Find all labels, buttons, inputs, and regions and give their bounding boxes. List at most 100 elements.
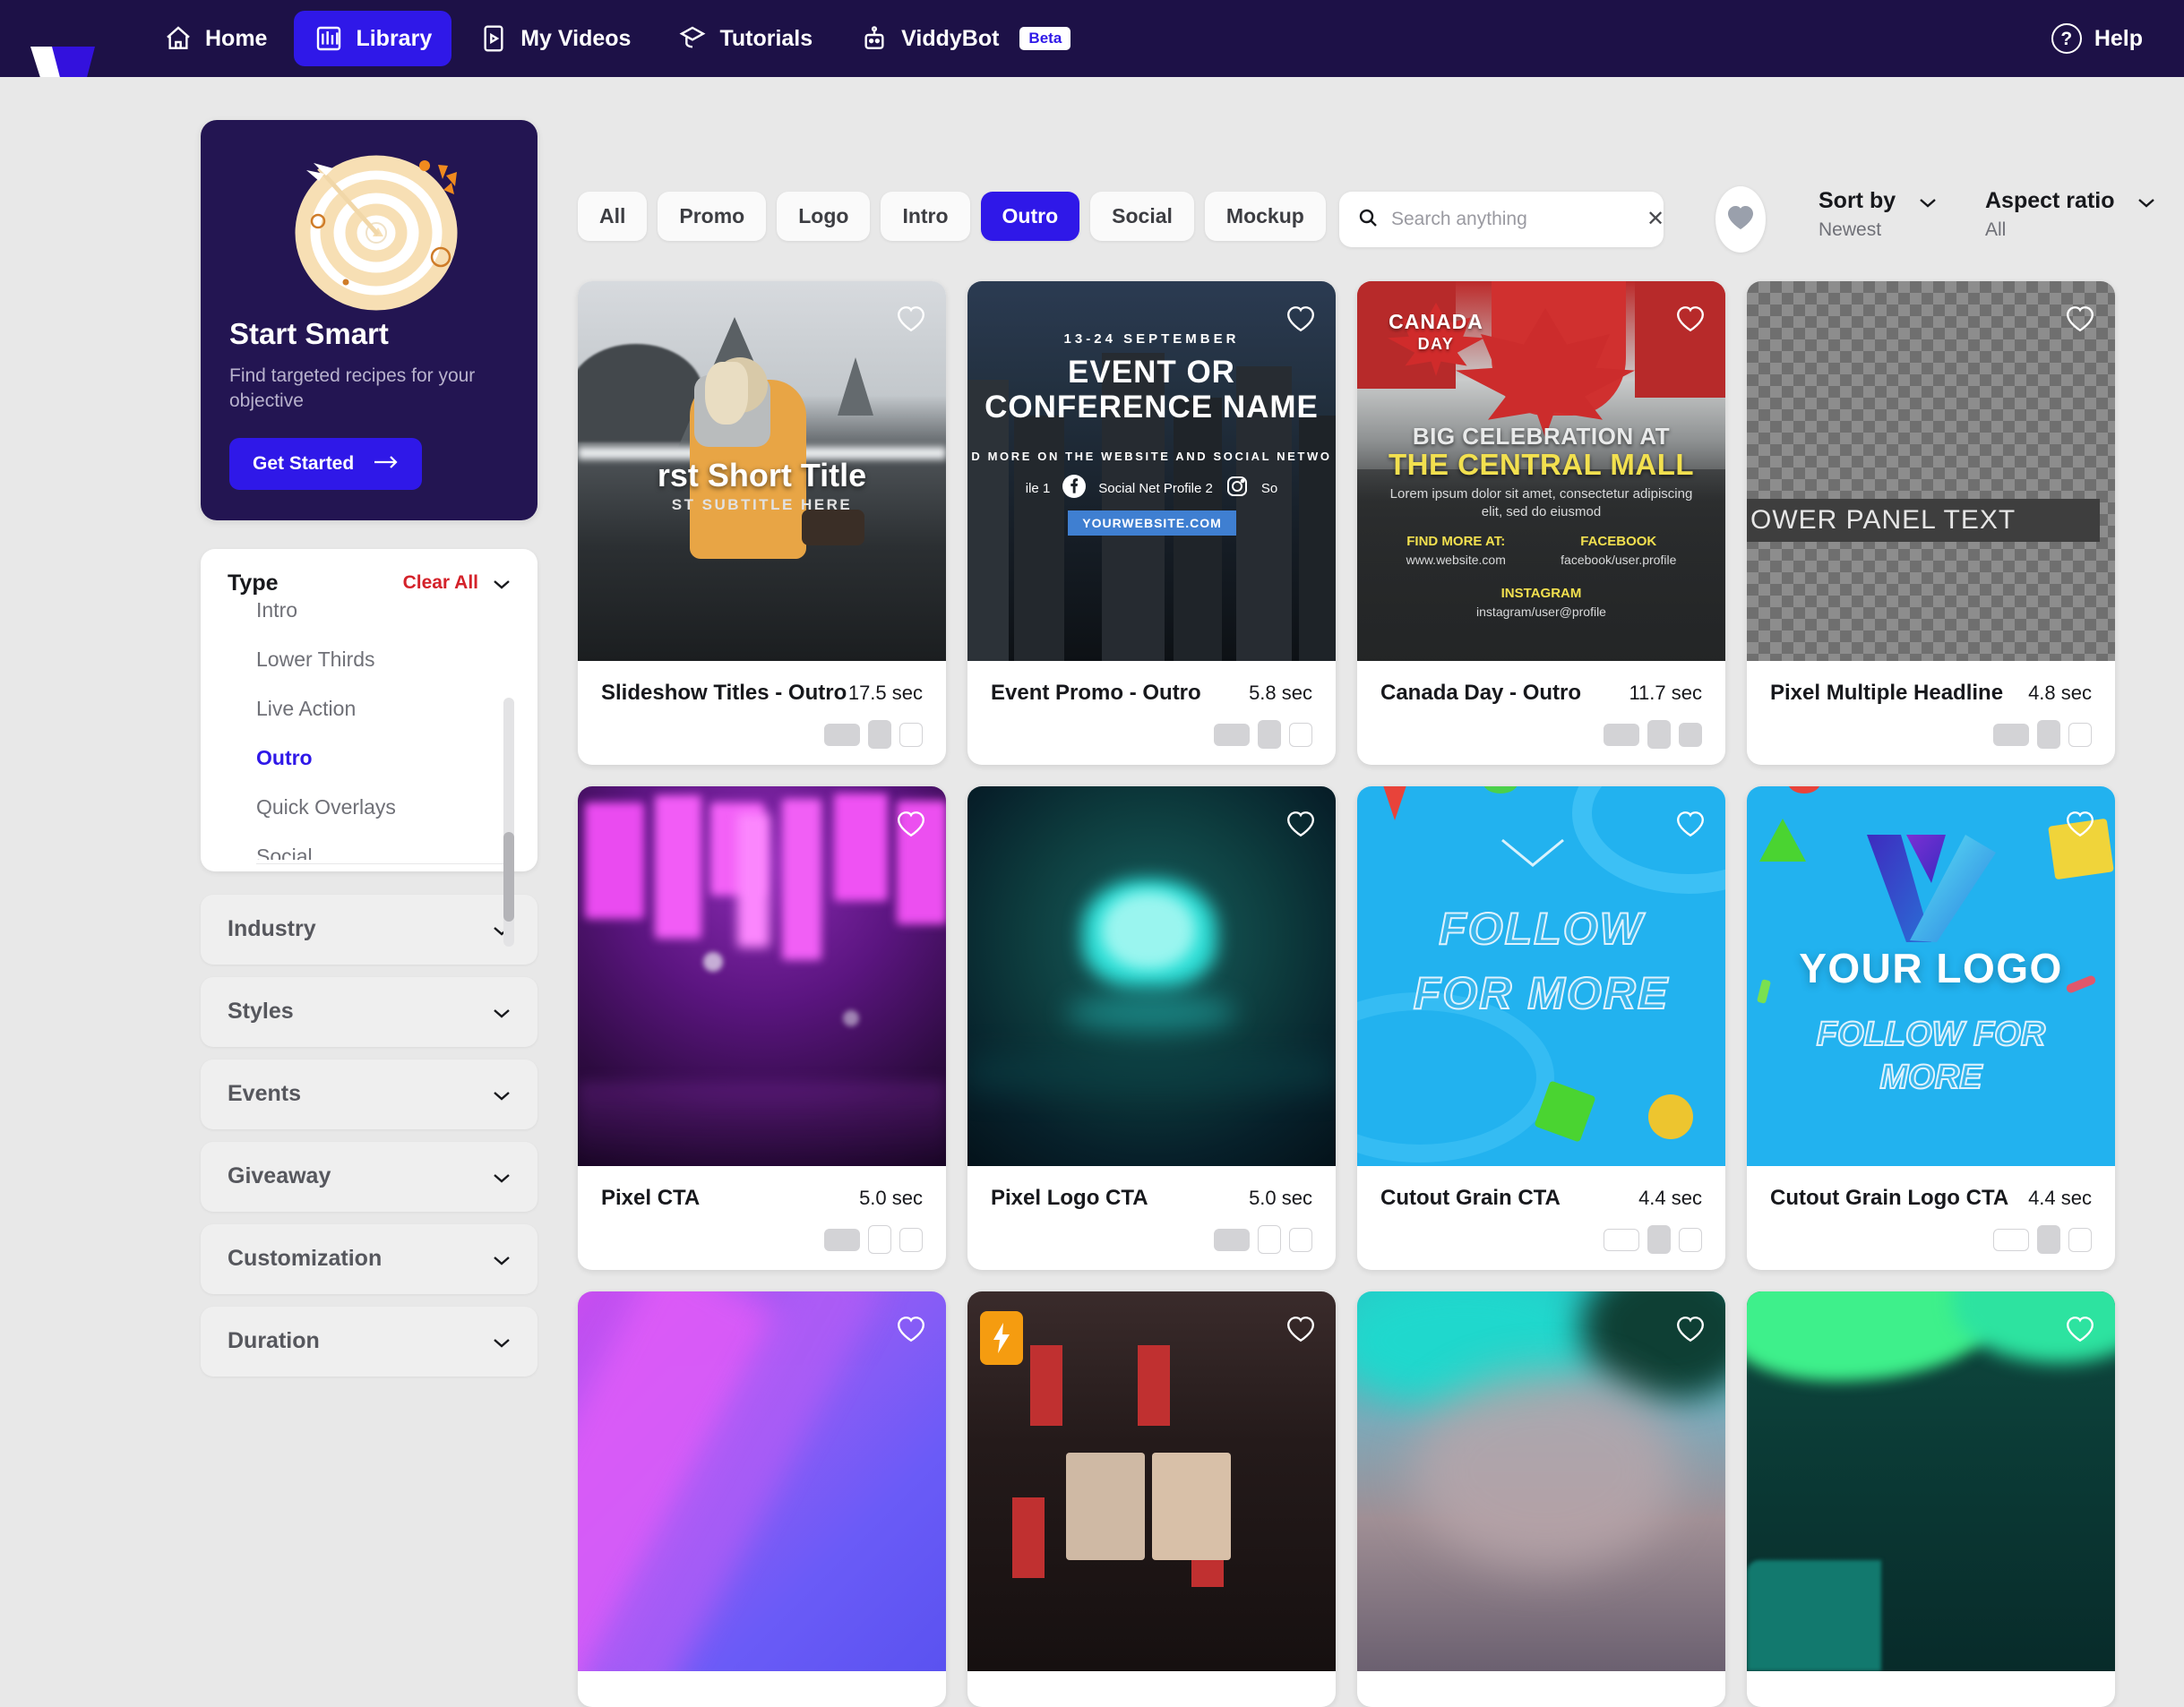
nav-item-viddybot[interactable]: ViddyBot Beta	[839, 11, 1090, 66]
cutout-line-2: FOR MORE	[1413, 967, 1670, 1019]
chip-promo[interactable]: Promo	[658, 192, 767, 241]
accordion-industry[interactable]: Industry	[201, 894, 537, 965]
type-options-list[interactable]: Intro Lower Thirds Live Action Outro Qui…	[201, 602, 537, 860]
template-card[interactable]: YOUR LOGO FOLLOW FOR MORE Cutout Grain L…	[1747, 786, 2115, 1270]
ratio-landscape-icon	[1604, 723, 1639, 746]
accordion-giveaway[interactable]: Giveaway	[201, 1141, 537, 1212]
thumbnail-website-label: YOURWEBSITE.COM	[1082, 516, 1222, 530]
template-thumbnail[interactable]	[967, 1291, 1336, 1671]
clear-search-icon[interactable]: ✕	[1647, 209, 1664, 230]
card-duration: 11.7 sec	[1629, 682, 1702, 704]
nav-label-library: Library	[356, 25, 433, 51]
chevron-down-icon[interactable]	[493, 578, 511, 589]
sort-by-dropdown[interactable]: Sort by Newest	[1819, 188, 1937, 241]
favorite-heart-icon[interactable]	[1285, 305, 1316, 333]
type-option-intro[interactable]: Intro	[256, 602, 511, 635]
favorite-heart-icon[interactable]	[896, 1315, 926, 1343]
chip-logo[interactable]: Logo	[777, 192, 871, 241]
aspect-ratio-value: All	[1985, 219, 2007, 240]
template-thumbnail[interactable]	[578, 786, 946, 1166]
template-thumbnail[interactable]	[967, 786, 1336, 1166]
favorite-heart-icon[interactable]	[1675, 305, 1706, 333]
nav-item-my-videos[interactable]: My Videos	[459, 11, 650, 66]
thumbnail-social-3: So	[1260, 481, 1278, 496]
type-option-quick-overlays[interactable]: Quick Overlays	[256, 783, 511, 832]
favorite-heart-icon[interactable]	[2065, 1315, 2095, 1343]
template-card[interactable]: OWER PANEL TEXT Pixel Multiple Headline …	[1747, 281, 2115, 765]
chip-outro[interactable]: Outro	[980, 192, 1080, 241]
chevron-down-icon	[493, 1254, 511, 1265]
card-meta: Pixel Multiple Headline 4.8 sec	[1747, 661, 2115, 765]
sort-by-value: Newest	[1819, 219, 1882, 240]
aspect-ratio-dropdown[interactable]: Aspect ratio All	[1985, 188, 2155, 241]
template-card[interactable]: 13-24 SEPTEMBER EVENT OR CONFERENCE NAME…	[967, 281, 1336, 765]
template-card[interactable]	[1747, 1291, 2115, 1707]
favorite-heart-icon[interactable]	[1675, 810, 1706, 838]
favorite-heart-icon[interactable]	[2065, 810, 2095, 838]
template-thumbnail[interactable]: YOUR LOGO FOLLOW FOR MORE	[1747, 786, 2115, 1166]
type-list-scrollbar-thumb[interactable]	[503, 831, 514, 922]
template-card-grid: rst Short Title ST SUBTITLE HERE Slidesh…	[578, 281, 2181, 1707]
chevron-down-icon	[493, 1171, 511, 1183]
accordion-events[interactable]: Events	[201, 1059, 537, 1129]
my-videos-icon	[478, 23, 509, 54]
start-smart-card[interactable]: Start Smart Find targeted recipes for yo…	[201, 120, 537, 520]
template-thumbnail[interactable]: rst Short Title ST SUBTITLE HERE	[578, 281, 946, 661]
template-card[interactable]: Pixel Logo CTA 5.0 sec	[967, 786, 1336, 1270]
accordion-styles[interactable]: Styles	[201, 976, 537, 1047]
type-option-social[interactable]: Social	[256, 832, 511, 860]
favorite-heart-icon[interactable]	[1675, 1315, 1706, 1343]
type-filter-header: Type Clear All	[201, 570, 537, 596]
template-thumbnail[interactable]	[1357, 1291, 1725, 1671]
canada-find-value: www.website.com	[1406, 553, 1506, 567]
accordion-customization[interactable]: Customization	[201, 1223, 537, 1294]
favorite-heart-icon[interactable]	[1285, 1315, 1316, 1343]
favorites-filter-button[interactable]	[1715, 186, 1766, 253]
nav-item-home[interactable]: Home	[143, 11, 287, 66]
template-card[interactable]: Pixel CTA 5.0 sec	[578, 786, 946, 1270]
chip-intro[interactable]: Intro	[881, 192, 970, 241]
template-thumbnail[interactable]	[1747, 1291, 2115, 1671]
favorite-heart-icon[interactable]	[1285, 810, 1316, 838]
beta-badge: Beta	[1019, 27, 1071, 50]
chip-mockup[interactable]: Mockup	[1204, 192, 1326, 241]
favorite-heart-icon[interactable]	[896, 305, 926, 333]
accordion-duration[interactable]: Duration	[201, 1306, 537, 1377]
template-thumbnail[interactable]: FOLLOW FOR MORE	[1357, 786, 1725, 1166]
card-title: Pixel Logo CTA	[991, 1186, 1148, 1210]
card-title: Slideshow Titles - Outro	[601, 681, 847, 705]
nav-item-tutorials[interactable]: Tutorials	[658, 11, 832, 66]
ratio-landscape-icon	[1214, 1228, 1250, 1251]
search-bar[interactable]: ✕	[1339, 192, 1664, 247]
nav-item-library[interactable]: Library	[294, 11, 452, 66]
cutout-line-1: FOLLOW	[1438, 903, 1644, 955]
template-card[interactable]: FOLLOW FOR MORE Cutout Grain CTA 4.4 sec	[1357, 786, 1725, 1270]
viddyoze-logo[interactable]	[0, 0, 100, 77]
chevron-down-icon	[493, 1007, 511, 1018]
template-thumbnail[interactable]: CANADA DAY BIG CELEBRATION AT THE CENTRA…	[1357, 281, 1725, 661]
library-icon	[314, 23, 344, 54]
get-started-button[interactable]: Get Started	[229, 437, 423, 490]
template-card[interactable]: CANADA DAY BIG CELEBRATION AT THE CENTRA…	[1357, 281, 1725, 765]
favorite-heart-icon[interactable]	[2065, 305, 2095, 333]
arrow-right-icon	[374, 453, 399, 475]
top-navigation-bar: Home Library My Videos Tutorials ViddyBo…	[0, 0, 2184, 77]
template-card[interactable]	[1357, 1291, 1725, 1707]
template-thumbnail[interactable]: 13-24 SEPTEMBER EVENT OR CONFERENCE NAME…	[967, 281, 1336, 661]
search-input[interactable]	[1391, 209, 1634, 230]
template-thumbnail[interactable]	[578, 1291, 946, 1671]
clear-all-button[interactable]: Clear All	[403, 572, 478, 594]
template-card[interactable]: rst Short Title ST SUBTITLE HERE Slidesh…	[578, 281, 946, 765]
chip-all[interactable]: All	[578, 192, 648, 241]
help-button[interactable]: ? Help	[2051, 23, 2143, 54]
template-thumbnail[interactable]: OWER PANEL TEXT	[1747, 281, 2115, 661]
chip-social[interactable]: Social	[1090, 192, 1194, 241]
favorite-heart-icon[interactable]	[896, 810, 926, 838]
type-option-lower-thirds[interactable]: Lower Thirds	[256, 635, 511, 684]
start-smart-title: Start Smart	[229, 317, 389, 350]
template-card[interactable]	[578, 1291, 946, 1707]
template-card[interactable]	[967, 1291, 1336, 1707]
nav-items: Home Library My Videos Tutorials ViddyBo…	[143, 11, 1090, 66]
type-option-live-action[interactable]: Live Action	[256, 684, 511, 733]
type-option-outro[interactable]: Outro	[256, 733, 511, 783]
